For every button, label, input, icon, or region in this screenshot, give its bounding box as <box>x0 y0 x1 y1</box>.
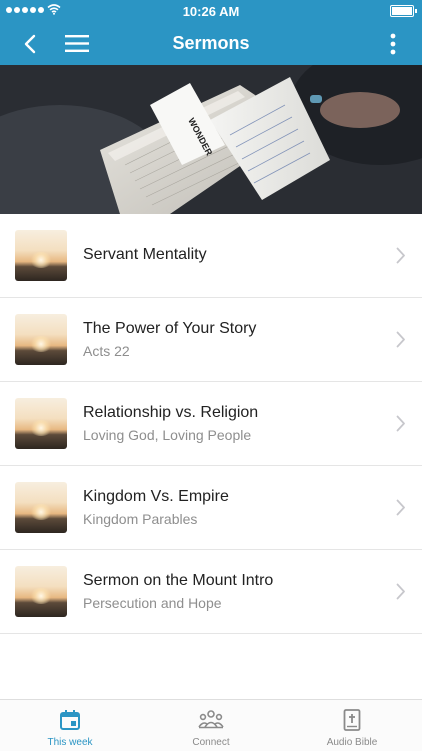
sermon-row[interactable]: Servant Mentality <box>0 214 422 298</box>
chevron-right-icon <box>396 331 405 348</box>
sermon-title: The Power of Your Story <box>83 320 257 337</box>
sermon-thumbnail <box>15 230 67 281</box>
chevron-right-icon <box>396 247 405 264</box>
calendar-icon <box>60 710 80 730</box>
sermon-thumbnail <box>15 398 67 449</box>
sermon-row[interactable]: The Power of Your Story Acts 22 <box>0 298 422 382</box>
sermon-series: Acts 22 <box>83 343 130 359</box>
sermon-thumbnail <box>15 482 67 533</box>
more-vertical-icon <box>390 33 396 54</box>
tab-this-week[interactable]: This week <box>0 700 140 751</box>
chevron-right-icon <box>396 499 405 516</box>
hero-bible-photo: WONDER <box>0 65 422 214</box>
sermon-series: Persecution and Hope <box>83 595 222 611</box>
chevron-right-icon <box>396 415 405 432</box>
status-bar: 10:26 AM <box>0 0 422 22</box>
chevron-right-icon <box>396 583 405 600</box>
hero-image: WONDER <box>0 65 422 214</box>
battery-icon <box>390 5 417 17</box>
tab-label: This week <box>47 737 93 748</box>
more-options-button[interactable] <box>386 22 400 65</box>
tab-label: Connect <box>192 737 230 748</box>
sermon-title: Servant Mentality <box>83 246 207 263</box>
tab-audio-bible[interactable]: Audio Bible <box>282 700 422 751</box>
sermon-title: Relationship vs. Religion <box>83 404 259 421</box>
sermon-title: Kingdom Vs. Empire <box>83 488 229 505</box>
sermon-series: Loving God, Loving People <box>83 427 252 443</box>
tab-label: Audio Bible <box>326 737 378 748</box>
bible-icon <box>343 709 361 731</box>
sermon-row[interactable]: Relationship vs. Religion Loving God, Lo… <box>0 382 422 466</box>
sermon-series: Kingdom Parables <box>83 511 198 527</box>
tab-connect[interactable]: Connect <box>141 700 281 751</box>
sermon-list: Servant Mentality The Power of Your Stor… <box>0 214 422 634</box>
sermon-title: Sermon on the Mount Intro <box>83 572 274 589</box>
sermon-row[interactable]: Kingdom Vs. Empire Kingdom Parables <box>0 466 422 550</box>
people-icon <box>198 710 224 729</box>
tab-bar: This week Connect Audio Bible <box>0 699 422 751</box>
status-time: 10:26 AM <box>182 4 240 19</box>
sermon-row[interactable]: Sermon on the Mount Intro Persecution an… <box>0 550 422 634</box>
sermon-thumbnail <box>15 314 67 365</box>
navigation-bar: Sermons <box>0 22 422 65</box>
page-title: Sermons <box>172 33 250 53</box>
sermon-thumbnail <box>15 566 67 617</box>
